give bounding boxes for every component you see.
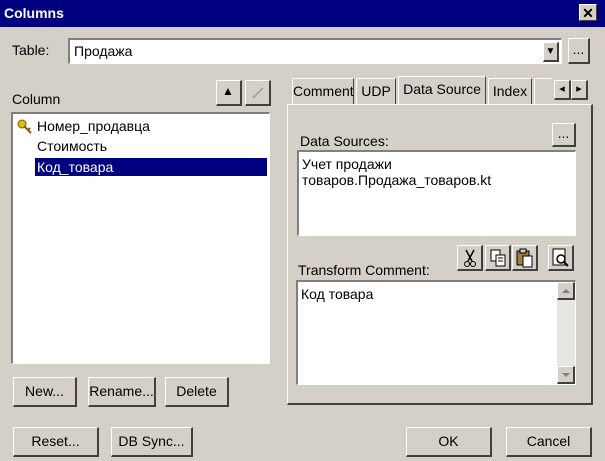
move-up-button[interactable]: ▲ [216,80,242,106]
table-browse-button[interactable]: ... [568,38,590,64]
tab-scroll-right-button[interactable]: ▸ [571,80,588,100]
triangle-up-icon: ▲ [222,84,234,98]
transform-comment-value: Код товара [301,286,374,302]
table-label: Table: [12,42,50,58]
scrollbar[interactable] [557,282,575,384]
db-sync-button[interactable]: DB Sync... [111,427,193,457]
title-bar: Columns ✕ [0,0,605,27]
chevron-down-icon[interactable]: ▼ [543,42,559,62]
rename-button[interactable]: Rename... [88,377,156,407]
tab-scroll-left-button[interactable]: ◂ [554,80,571,100]
list-item-selected[interactable]: Код_товара [35,158,267,176]
delete-button[interactable]: Delete [165,377,229,407]
data-sources-value: Учет продажи товаров.Продажа_товаров.kt [302,156,492,188]
edit-button-disabled[interactable] [245,80,271,106]
table-select-value: Продажа [74,43,133,59]
pencil-icon [252,87,264,99]
copy-button[interactable] [485,245,511,271]
cut-button[interactable] [457,245,483,271]
column-list[interactable]: Номер_продавца Стоимость Код_товара [11,112,270,364]
find-icon [552,248,569,267]
paste-icon [516,248,533,268]
table-select[interactable]: Продажа ▼ [68,38,562,64]
tab-comment[interactable]: Comment [292,78,354,104]
column-label: Column [12,91,61,107]
cut-icon [464,249,476,267]
data-sources-label: Data Sources: [300,133,389,149]
tab-data-source[interactable]: Data Source [398,76,486,106]
list-item[interactable]: Номер_продавца [37,117,150,135]
data-sources-field[interactable]: Учет продажи товаров.Продажа_товаров.kt [297,150,576,236]
scroll-down-button[interactable] [557,366,575,384]
scroll-up-icon [562,289,570,293]
transform-comment-field[interactable]: Код товара [296,280,576,385]
tab-partial[interactable] [534,78,552,104]
scroll-up-button[interactable] [557,282,575,300]
paste-button[interactable] [512,245,538,271]
scroll-down-icon [562,373,570,377]
find-button[interactable] [548,245,574,271]
new-button[interactable]: New... [13,377,77,407]
reset-button[interactable]: Reset... [13,427,99,457]
list-item[interactable]: Стоимость [37,137,107,155]
copy-icon [490,249,506,267]
window-title: Columns [4,5,64,21]
close-button[interactable]: ✕ [579,4,597,21]
transform-comment-label: Transform Comment: [298,262,430,278]
cancel-button[interactable]: Cancel [506,427,592,457]
tab-index[interactable]: Index [488,78,532,104]
tab-udp[interactable]: UDP [356,78,396,104]
data-sources-browse-button[interactable]: ... [552,123,576,147]
key-icon [17,119,32,134]
ok-button[interactable]: OK [406,427,492,457]
